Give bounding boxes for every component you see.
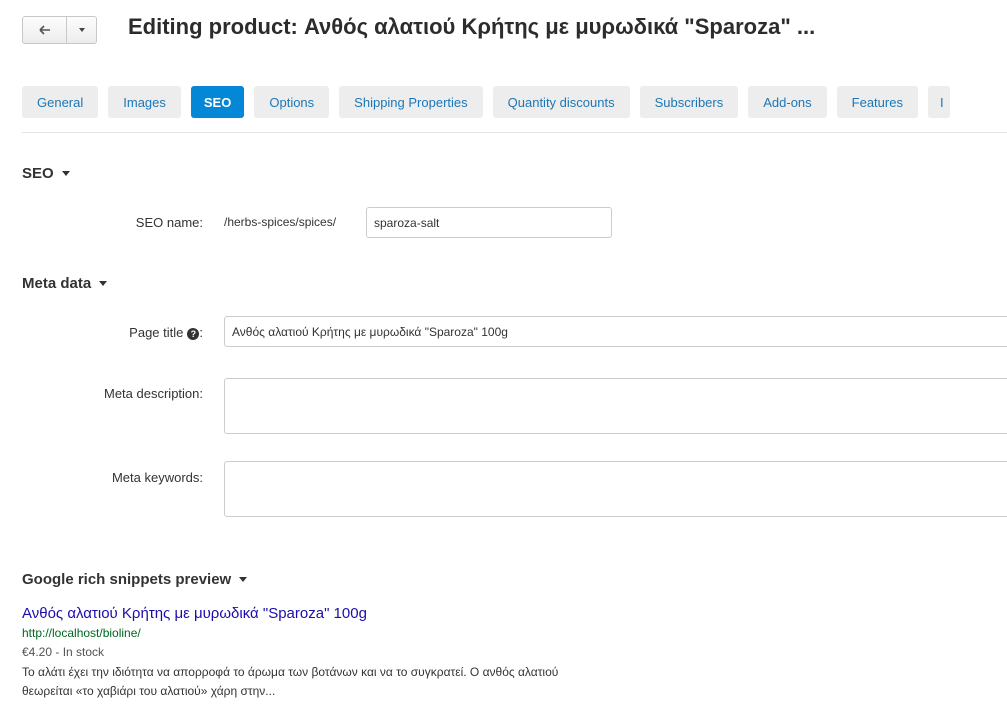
tab-shipping-properties[interactable]: Shipping Properties bbox=[339, 86, 483, 118]
seo-path-prefix: /herbs-spices/spices/ bbox=[224, 215, 337, 229]
tab-options[interactable]: Options bbox=[254, 86, 330, 118]
meta-section-toggle[interactable]: Meta data bbox=[22, 275, 108, 292]
tab-images[interactable]: Images bbox=[108, 86, 181, 118]
snippet-price: €4.20 - In stock bbox=[22, 645, 105, 659]
snippet-url: http://localhost/bioline/ bbox=[22, 626, 141, 640]
question-mark-icon[interactable]: ? bbox=[187, 327, 200, 340]
page-title-label-colon: : bbox=[199, 325, 203, 340]
page-title-label: Page title?: bbox=[129, 325, 203, 340]
seo-section-toggle[interactable]: SEO bbox=[22, 165, 70, 182]
seo-name-input[interactable] bbox=[366, 207, 612, 238]
tab-features[interactable]: Features bbox=[836, 86, 918, 118]
meta-keywords-textarea[interactable] bbox=[224, 461, 1007, 517]
page-title-label-text: Page title bbox=[129, 325, 184, 340]
tab-general[interactable]: General bbox=[22, 86, 99, 118]
snippet-description: Το αλάτι έχει την ιδιότητα να απορροφά τ… bbox=[22, 665, 559, 698]
tab-quantity-discounts[interactable]: Quantity discounts bbox=[492, 86, 630, 118]
page-title: Editing product: Ανθός αλατιού Κρήτης με… bbox=[128, 14, 816, 39]
navigation-button-group bbox=[22, 16, 97, 44]
seo-name-label: SEO name: bbox=[135, 215, 203, 230]
tab-seo[interactable]: SEO bbox=[190, 86, 245, 118]
seo-section-title: SEO bbox=[22, 165, 54, 182]
meta-keywords-label: Meta keywords: bbox=[111, 470, 203, 485]
snippets-section-toggle[interactable]: Google rich snippets preview bbox=[22, 571, 248, 588]
tab-bar: General Images SEO Options Shipping Prop… bbox=[22, 86, 960, 118]
arrow-left-icon bbox=[38, 25, 50, 35]
caret-down-icon bbox=[239, 577, 248, 582]
page-title-input[interactable] bbox=[224, 316, 1007, 347]
snippets-section-title: Google rich snippets preview bbox=[22, 571, 232, 588]
caret-down-icon bbox=[61, 171, 70, 176]
tab-overflow[interactable]: I bbox=[927, 86, 950, 118]
caret-down-icon bbox=[78, 28, 85, 32]
meta-section-title: Meta data bbox=[22, 275, 92, 292]
caret-down-icon bbox=[99, 281, 108, 286]
tab-add-ons[interactable]: Add-ons bbox=[748, 86, 827, 118]
navigation-dropdown-button[interactable] bbox=[67, 17, 96, 43]
meta-description-textarea[interactable] bbox=[224, 378, 1007, 434]
meta-description-label: Meta description: bbox=[104, 386, 203, 401]
back-button[interactable] bbox=[23, 17, 67, 43]
tab-divider bbox=[22, 132, 1007, 133]
tab-subscribers[interactable]: Subscribers bbox=[639, 86, 739, 118]
snippet-title-link[interactable]: Ανθός αλατιού Κρήτης με μυρωδικά "Sparoz… bbox=[22, 605, 367, 622]
